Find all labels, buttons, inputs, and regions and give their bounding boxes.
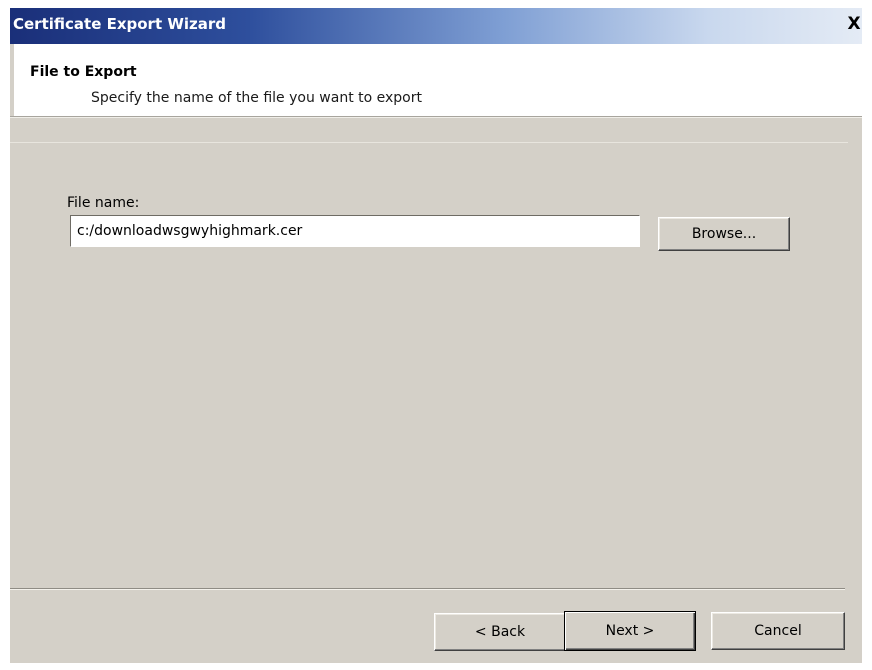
body-divider xyxy=(10,142,848,143)
window-title: Certificate Export Wizard xyxy=(13,15,227,33)
cancel-button[interactable]: Cancel xyxy=(711,612,845,650)
wizard-step-subtitle: Specify the name of the file you want to… xyxy=(91,90,422,106)
file-name-input[interactable] xyxy=(70,215,640,247)
title-bar: Certificate Export Wizard X xyxy=(10,8,862,44)
browse-button[interactable]: Browse... xyxy=(658,217,790,251)
close-icon[interactable]: X xyxy=(847,14,861,34)
back-button[interactable]: < Back xyxy=(434,613,566,651)
next-button[interactable]: Next > xyxy=(564,611,696,651)
footer-divider-highlight xyxy=(10,589,845,590)
certificate-export-wizard-dialog: Certificate Export Wizard X File to Expo… xyxy=(10,8,862,663)
file-name-label: File name: xyxy=(67,195,140,211)
header-divider-highlight xyxy=(10,117,862,118)
wizard-header: File to Export Specify the name of the f… xyxy=(14,44,862,116)
wizard-step-title: File to Export xyxy=(30,64,137,80)
